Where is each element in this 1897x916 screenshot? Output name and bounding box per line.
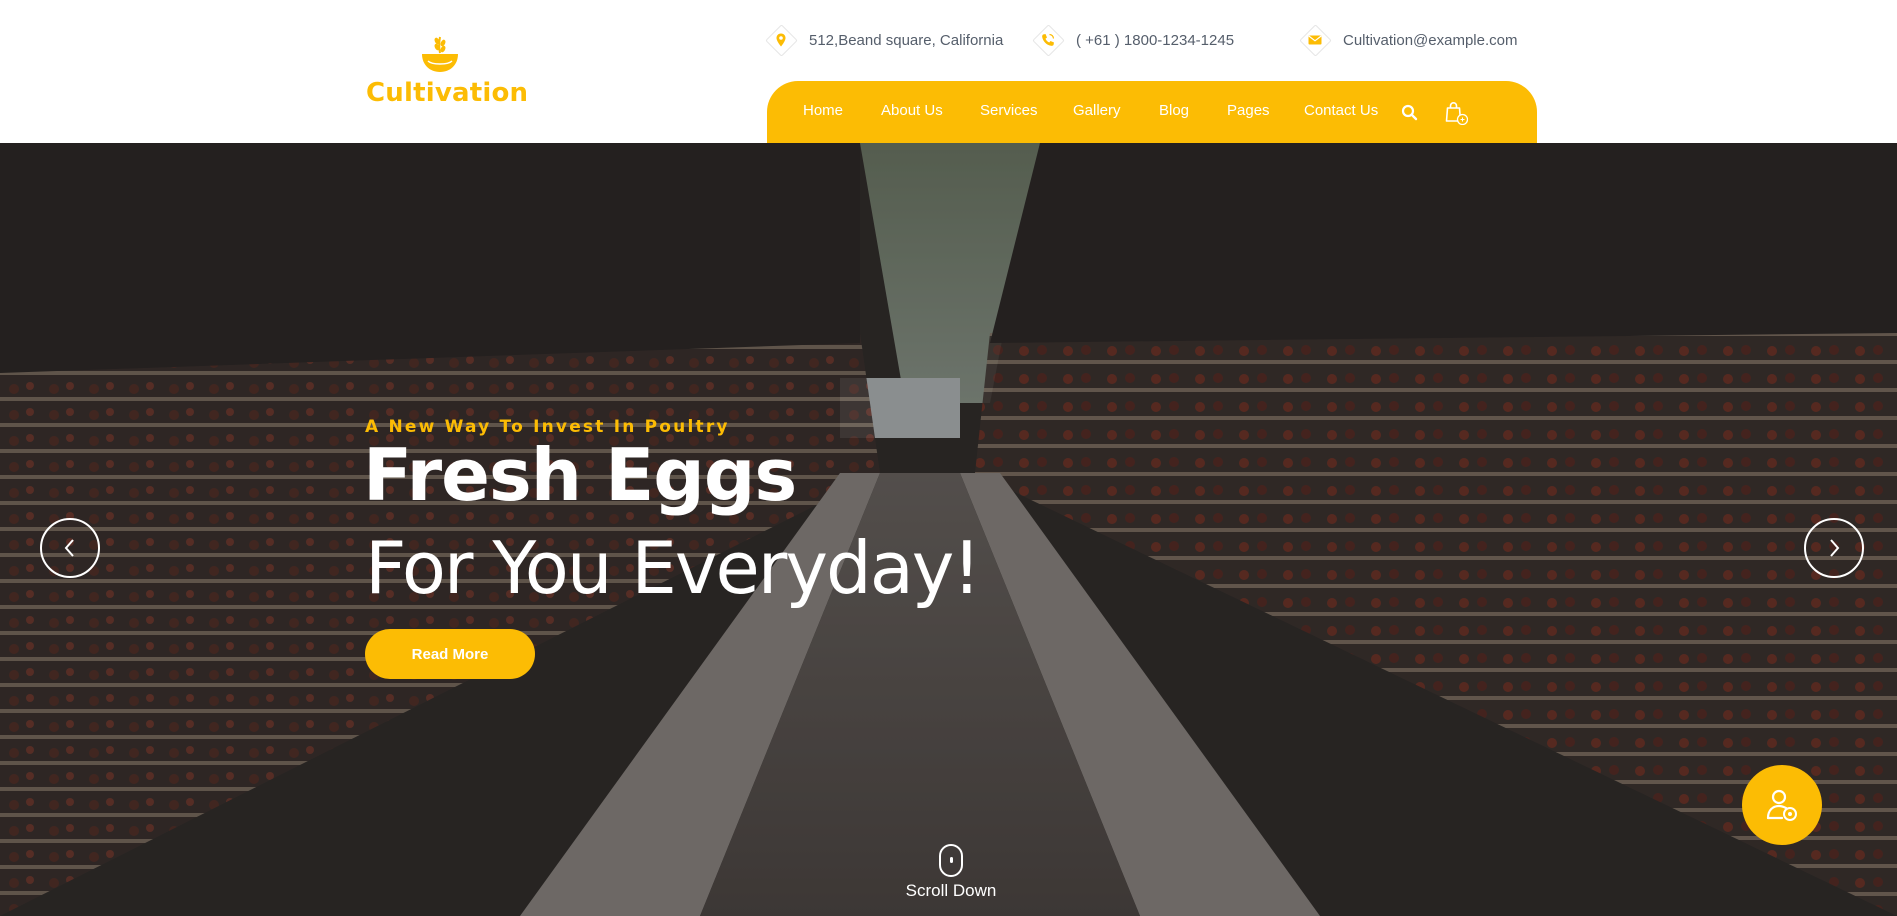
contact-phone: ( +61 ) 1800-1234-1245: [1031, 22, 1234, 58]
user-support-icon: [1766, 789, 1797, 821]
contact-address: 512,Beand square, California: [764, 22, 1003, 58]
nav-about-us[interactable]: About Us: [881, 102, 943, 119]
read-more-button[interactable]: Read More: [365, 629, 535, 679]
search-icon[interactable]: [1401, 104, 1418, 121]
email-text[interactable]: Cultivation@example.com: [1343, 32, 1517, 49]
mouse-icon: [939, 844, 963, 877]
nav-pages[interactable]: Pages: [1227, 102, 1270, 119]
contact-email: Cultivation@example.com: [1298, 22, 1517, 58]
main-navigation: Home About Us Services Gallery Blog Page…: [767, 81, 1537, 143]
phone-text[interactable]: ( +61 ) 1800-1234-1245: [1076, 32, 1234, 49]
nav-gallery[interactable]: Gallery: [1073, 102, 1121, 119]
phone-icon: [1042, 33, 1055, 46]
hero-slider: A New Way To Invest In Poultry Fresh Egg…: [0, 143, 1897, 916]
prev-slide-button[interactable]: [40, 518, 100, 578]
scroll-down[interactable]: Scroll Down: [895, 844, 1007, 901]
chevron-right-icon: [1830, 539, 1840, 557]
nav-home[interactable]: Home: [803, 102, 843, 119]
nav-services[interactable]: Services: [980, 102, 1038, 119]
floating-user-button[interactable]: [1742, 765, 1822, 845]
shopping-bag-icon[interactable]: [1444, 101, 1468, 125]
chevron-left-icon: [64, 539, 74, 557]
hero-title: Fresh Eggs: [363, 433, 797, 517]
bowl-wheat-icon: [422, 36, 458, 72]
nav-blog[interactable]: Blog: [1159, 102, 1189, 119]
scroll-down-label: Scroll Down: [905, 881, 997, 900]
site-logo[interactable]: Cultivation: [366, 34, 528, 110]
hero-title-line2: For You Everyday!: [365, 526, 981, 610]
map-pin-icon: [776, 33, 786, 47]
nav-contact-us[interactable]: Contact Us: [1304, 102, 1378, 119]
address-text: 512,Beand square, California: [809, 31, 1004, 49]
envelope-icon: [1308, 35, 1322, 45]
next-slide-button[interactable]: [1804, 518, 1864, 578]
brand-name: Cultivation: [366, 78, 529, 108]
site-header: Cultivation 512,Beand square, California…: [0, 0, 1897, 143]
